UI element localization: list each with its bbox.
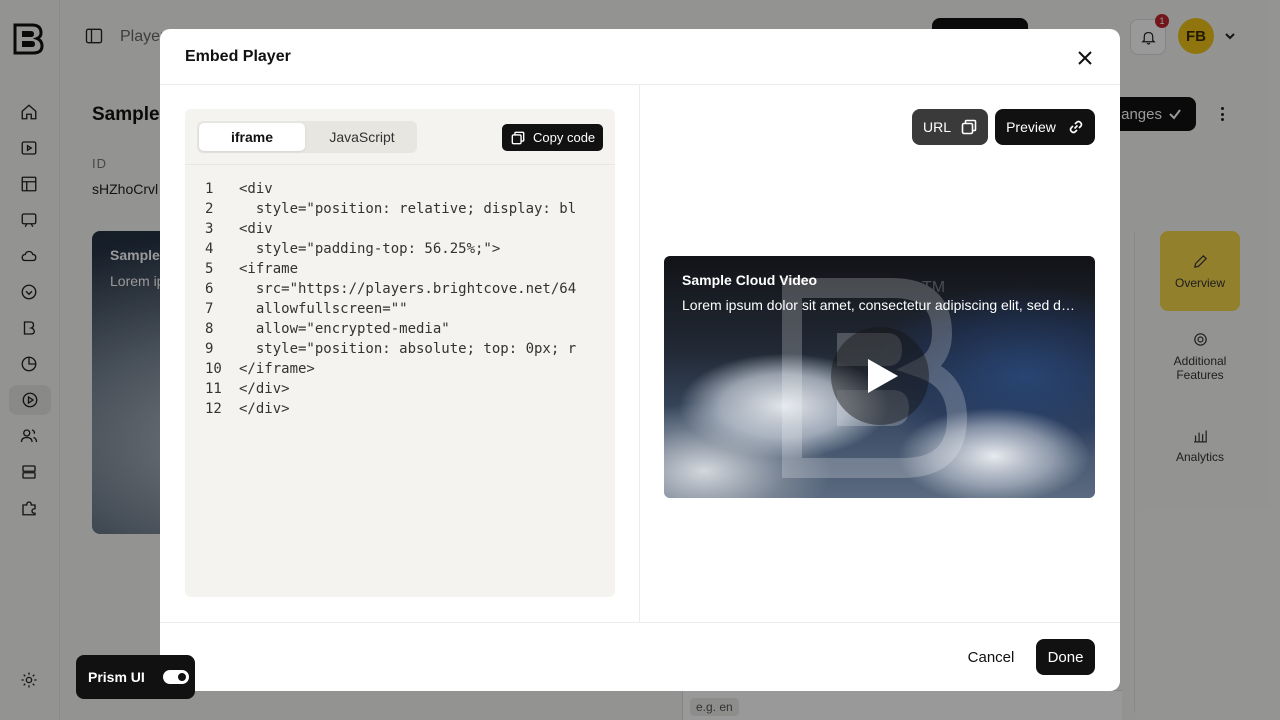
code-line: 7 allowfullscreen="" xyxy=(185,299,615,319)
video-title: Sample Cloud Video xyxy=(682,272,818,288)
line-code: style="position: relative; display: bl xyxy=(239,201,577,217)
line-number: 3 xyxy=(205,221,214,237)
prism-ui-label: Prism UI xyxy=(88,669,145,685)
link-icon xyxy=(1069,120,1083,134)
line-code: <div xyxy=(239,181,273,197)
done-button[interactable]: Done xyxy=(1036,639,1095,675)
line-code: </div> xyxy=(239,381,290,397)
code-line: 6 src="https://players.brightcove.net/64 xyxy=(185,279,615,299)
line-number: 2 xyxy=(205,201,214,217)
toggle-switch[interactable] xyxy=(162,670,189,684)
code-line: 12 </div> xyxy=(185,399,615,419)
code-line: 4 style="padding-top: 56.25%;"> xyxy=(185,239,615,259)
play-button[interactable] xyxy=(831,327,929,425)
line-number: 9 xyxy=(205,341,214,357)
line-code: allow="encrypted-media" xyxy=(239,321,450,337)
line-number: 10 xyxy=(205,361,222,377)
line-number: 11 xyxy=(205,381,222,397)
line-number: 5 xyxy=(205,261,214,277)
embed-player-modal: Embed Player iframe JavaScript Copy code… xyxy=(160,29,1120,691)
line-code: style="position: absolute; top: 0px; r xyxy=(239,341,577,357)
video-description: Lorem ipsum dolor sit amet, consectetur … xyxy=(682,297,1075,313)
code-line: 1 <div xyxy=(185,179,615,199)
modal-footer: Cancel Done xyxy=(160,622,1120,691)
url-label: URL xyxy=(922,119,951,135)
preview-button[interactable]: Preview xyxy=(995,109,1095,145)
modal-header: Embed Player xyxy=(160,29,1120,85)
video-preview[interactable]: TM Sample Cloud Video Lorem ipsum dolor … xyxy=(664,256,1095,498)
code-line: 11 </div> xyxy=(185,379,615,399)
cancel-button[interactable]: Cancel xyxy=(958,639,1024,675)
line-code: allowfullscreen="" xyxy=(239,301,408,317)
modal-title: Embed Player xyxy=(185,48,291,65)
copy-url-button[interactable]: URL xyxy=(912,109,988,145)
close-button[interactable] xyxy=(1074,47,1096,69)
line-code: src="https://players.brightcove.net/64 xyxy=(239,281,577,297)
line-number: 8 xyxy=(205,321,214,337)
code-line: 3 <div xyxy=(185,219,615,239)
tab-javascript[interactable]: JavaScript xyxy=(309,123,415,151)
line-code: style="padding-top: 56.25%;"> xyxy=(239,241,501,257)
line-number: 6 xyxy=(205,281,214,297)
close-icon xyxy=(1078,51,1092,65)
line-code: </iframe> xyxy=(239,361,315,377)
code-line: 8 allow="encrypted-media" xyxy=(185,319,615,339)
line-number: 4 xyxy=(205,241,214,257)
code-toolbar: iframe JavaScript Copy code xyxy=(185,109,615,165)
line-code: <div xyxy=(239,221,273,237)
code-block[interactable]: 1 <div 2 style="position: relative; displa… xyxy=(185,179,615,419)
copy-icon xyxy=(961,119,977,135)
code-panel: iframe JavaScript Copy code 1 <div 2 style… xyxy=(185,109,615,597)
embed-type-tabs: iframe JavaScript xyxy=(197,121,417,153)
play-icon xyxy=(868,359,898,393)
copy-icon xyxy=(511,131,525,144)
prism-ui-toggle[interactable]: Prism UI xyxy=(76,655,195,699)
code-line: 10 </iframe> xyxy=(185,359,615,379)
code-line: 2 style="position: relative; display: bl xyxy=(185,199,615,219)
line-number: 12 xyxy=(205,401,222,417)
copy-code-label: Copy code xyxy=(533,130,596,145)
line-code: <iframe xyxy=(239,261,299,277)
code-line: 5 <iframe xyxy=(185,259,615,279)
modal-divider xyxy=(639,85,640,622)
preview-label: Preview xyxy=(1006,119,1056,135)
code-line: 9 style="position: absolute; top: 0px; r xyxy=(185,339,615,359)
tab-iframe[interactable]: iframe xyxy=(199,123,305,151)
line-number: 1 xyxy=(205,181,214,197)
copy-code-button[interactable]: Copy code xyxy=(502,124,603,151)
watermark-tm: TM xyxy=(922,279,945,296)
line-code: </div> xyxy=(239,401,290,417)
line-number: 7 xyxy=(205,301,214,317)
